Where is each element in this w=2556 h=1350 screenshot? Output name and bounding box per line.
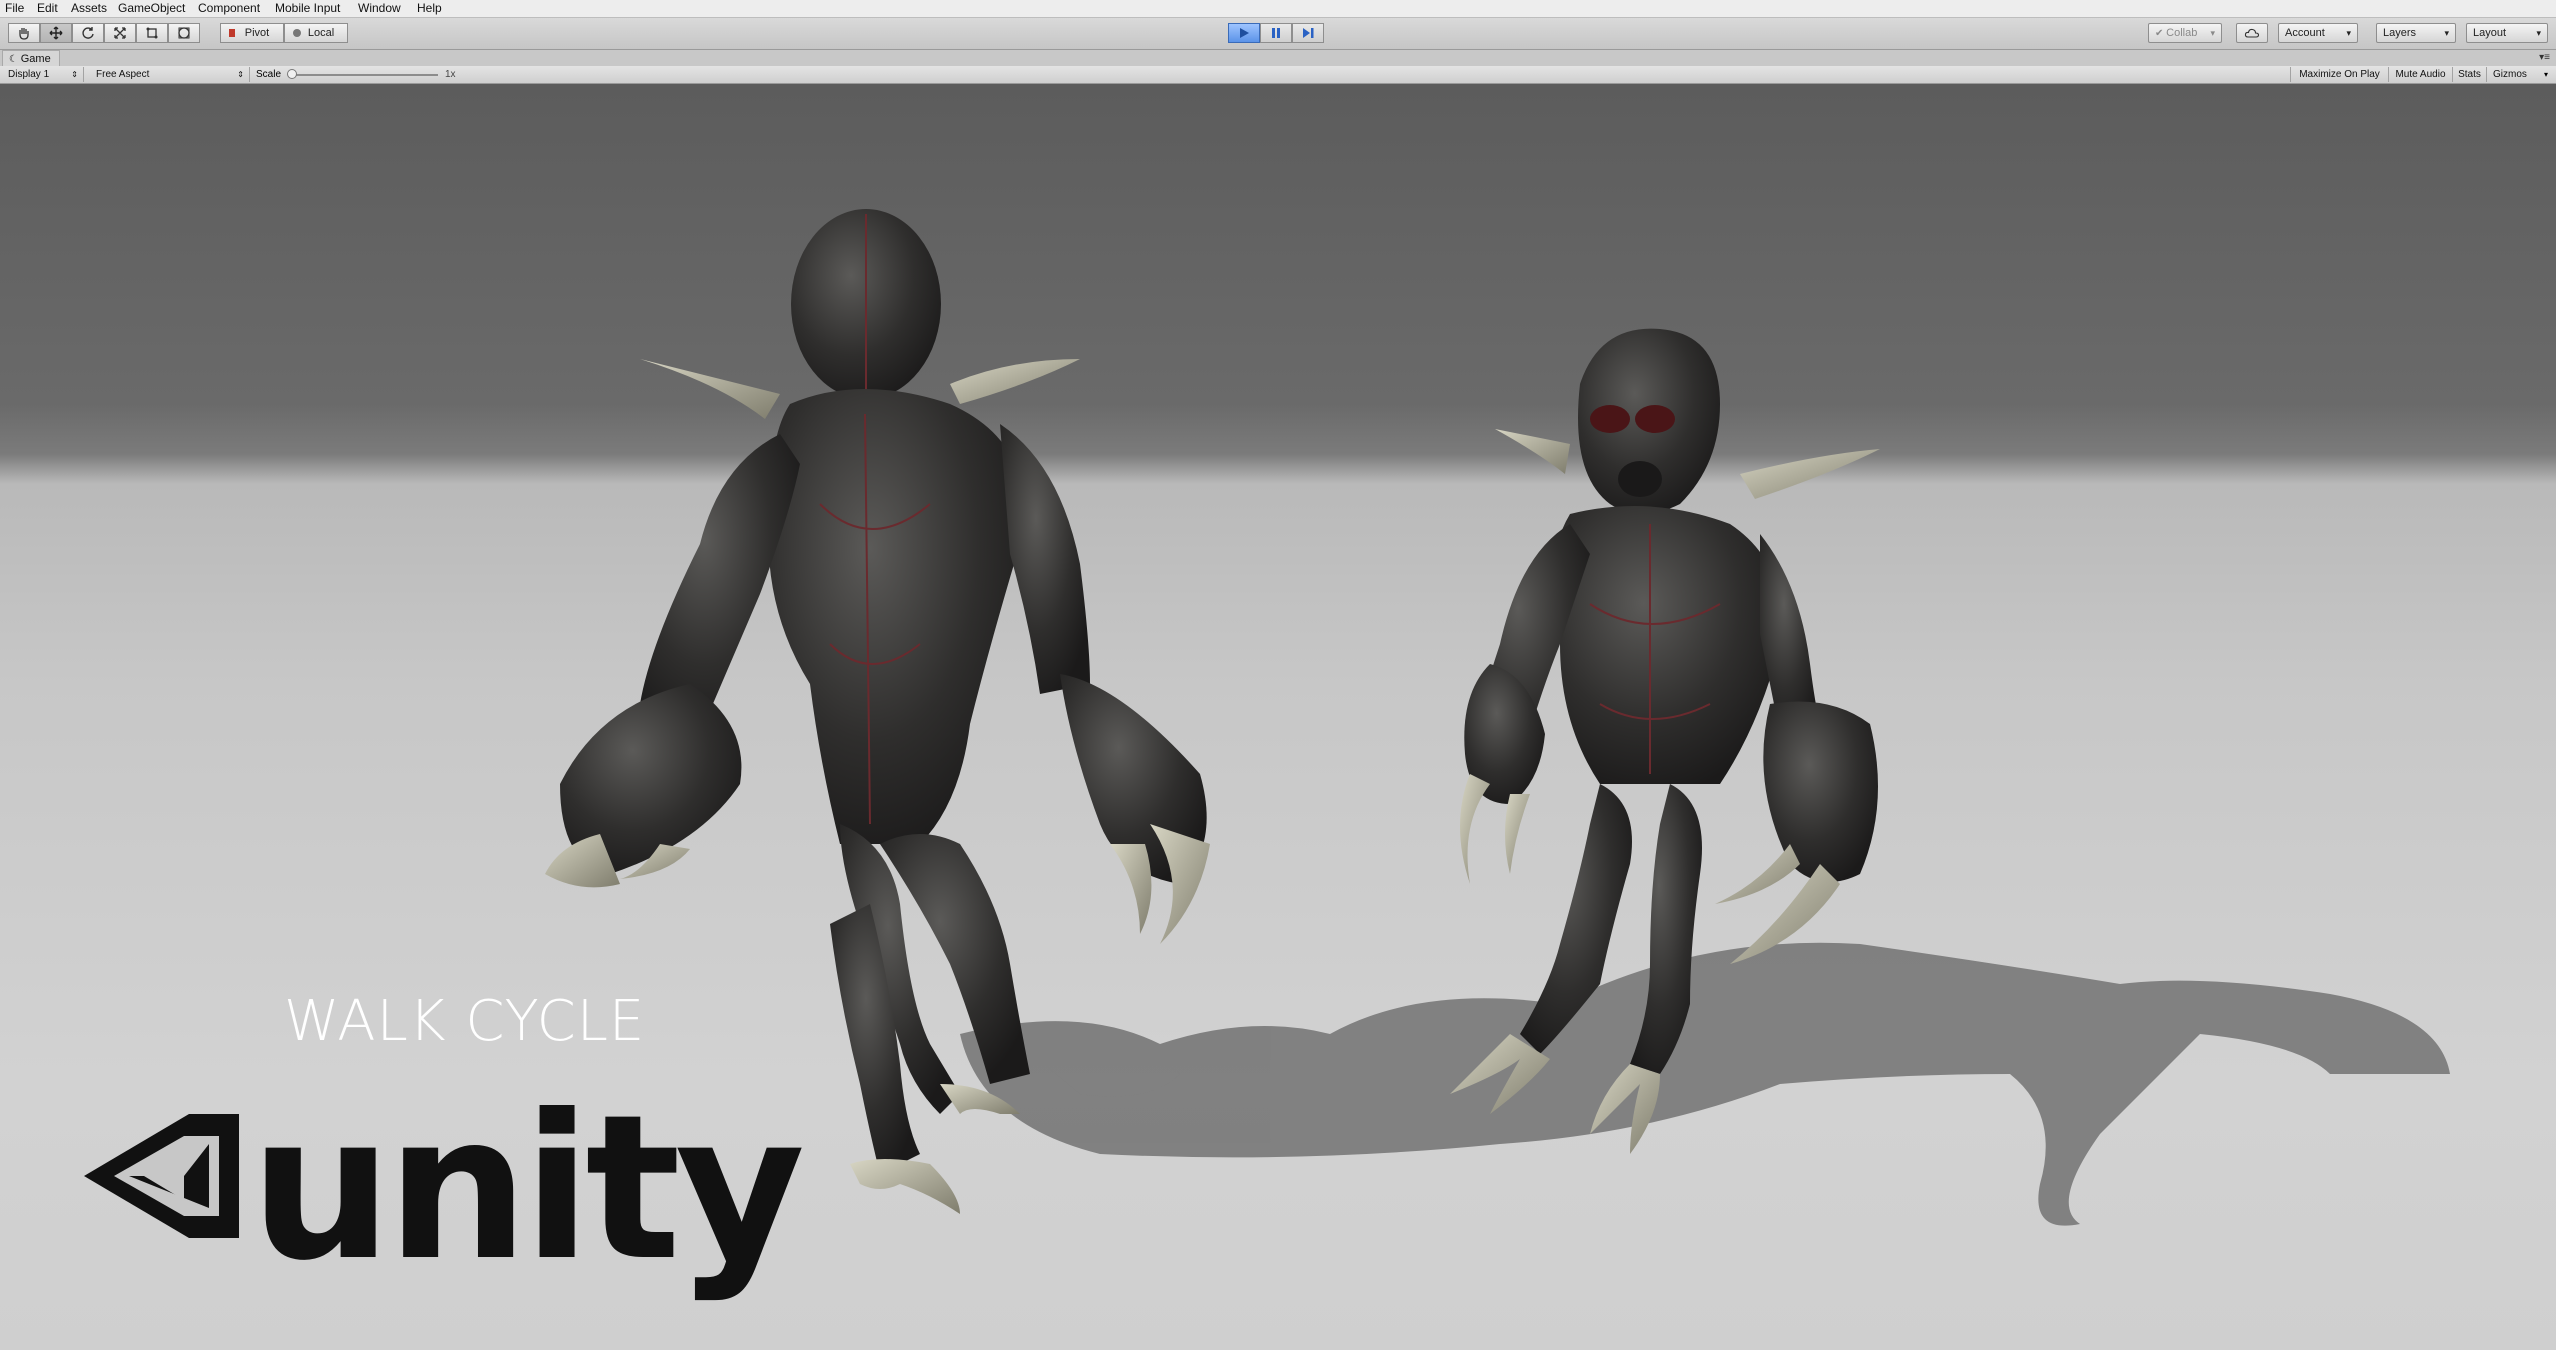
game-view-toolbar: Display 1 ⇕ Free Aspect ⇕ Scale 1x Maxim… (0, 66, 2556, 84)
collab-check-icon: ✔ (2155, 28, 2167, 39)
hand-tool-button[interactable] (8, 23, 40, 43)
game-tab-label: Game (20, 53, 51, 65)
collab-dropdown[interactable]: ✔ Collab ▾ (2148, 23, 2222, 43)
local-label: Local (307, 27, 335, 39)
game-viewport[interactable]: WALK CYCLE unity (0, 84, 2556, 1350)
rotate-icon (82, 27, 94, 39)
menu-file[interactable]: File (5, 1, 24, 15)
scale-value: 1x (445, 69, 456, 80)
menu-component[interactable]: Component (198, 1, 260, 15)
pause-icon (1272, 28, 1280, 38)
pivot-toggle[interactable]: Pivot (220, 23, 284, 43)
tab-game[interactable]: ☾ Game (2, 50, 60, 67)
chevron-down-icon: ▾ (2346, 28, 2351, 38)
transform-tool-button[interactable] (168, 23, 200, 43)
pivot-label: Pivot (244, 27, 270, 39)
layers-dropdown[interactable]: Layers ▾ (2376, 23, 2456, 43)
game-controller-icon: ☾ (9, 54, 21, 65)
menu-edit[interactable]: Edit (37, 1, 58, 15)
display-dropdown[interactable]: Display 1 ⇕ (2, 67, 84, 82)
rect-tool-button[interactable] (136, 23, 168, 43)
unity-logo-mark (84, 1114, 239, 1238)
account-label: Account (2285, 27, 2325, 39)
scale-tool-button[interactable] (104, 23, 136, 43)
local-toggle[interactable]: Local (284, 23, 348, 43)
layers-label: Layers (2383, 27, 2417, 39)
pause-button[interactable] (1260, 23, 1292, 43)
collab-label: Collab (2166, 27, 2198, 39)
maximize-on-play-toggle[interactable]: Maximize On Play (2290, 67, 2388, 82)
hand-icon (19, 28, 29, 40)
gizmos-label: Gizmos (2493, 69, 2527, 80)
pivot-icon (229, 29, 235, 37)
scale-slider-thumb[interactable] (287, 69, 297, 79)
aspect-dropdown[interactable]: Free Aspect ⇕ (90, 67, 250, 82)
move-tool-button[interactable] (40, 23, 72, 43)
move-icon (49, 26, 63, 40)
rect-icon (146, 27, 158, 39)
menu-window[interactable]: Window (358, 1, 401, 15)
scale-icon (114, 27, 126, 39)
menu-mobile-input[interactable]: Mobile Input (275, 1, 340, 15)
chevron-down-icon: ▾ (2536, 28, 2541, 38)
layout-label: Layout (2473, 27, 2507, 39)
aspect-label: Free Aspect (96, 69, 150, 80)
main-toolbar: Pivot Local ✔ Collab ▾ Account ▾ Layers … (0, 18, 2556, 50)
mute-audio-toggle[interactable]: Mute Audio (2388, 67, 2452, 82)
creature-shadows (960, 942, 2450, 1226)
chevron-down-icon: ▾ (2210, 28, 2215, 38)
rotate-tool-button[interactable] (72, 23, 104, 43)
unity-logo-wordmark: unity (250, 1072, 805, 1305)
cloud-icon (2244, 28, 2260, 38)
chevron-updown-icon: ⇕ (71, 70, 78, 79)
chevron-down-icon: ▾ (2444, 28, 2449, 38)
account-dropdown[interactable]: Account ▾ (2278, 23, 2358, 43)
menu-gameobject[interactable]: GameObject (118, 1, 185, 15)
step-icon (1303, 28, 1314, 38)
layout-dropdown[interactable]: Layout ▾ (2466, 23, 2548, 43)
chevron-updown-icon: ⇕ (237, 70, 244, 79)
gizmos-dropdown[interactable]: Gizmos (2486, 67, 2542, 82)
stats-toggle[interactable]: Stats (2452, 67, 2486, 82)
scale-label: Scale (256, 69, 282, 80)
menu-assets[interactable]: Assets (71, 1, 107, 15)
scale-slider-track[interactable] (293, 74, 438, 76)
step-button[interactable] (1292, 23, 1324, 43)
menu-help[interactable]: Help (417, 1, 442, 15)
play-button[interactable] (1228, 23, 1260, 43)
cloud-button[interactable] (2236, 23, 2268, 43)
display-label: Display 1 (8, 69, 50, 80)
walk-cycle-caption: WALK CYCLE (284, 989, 646, 1054)
chevron-down-icon[interactable]: ▾ (2544, 67, 2548, 82)
local-icon (293, 29, 301, 37)
transform-icon (178, 27, 190, 39)
play-icon (1240, 28, 1249, 38)
game-tab-bar: ☾ Game ▾≡ (0, 50, 2556, 67)
tab-menu-icon[interactable]: ▾≡ (2539, 52, 2550, 63)
menu-bar: File Edit Assets GameObject Component Mo… (0, 0, 2556, 18)
